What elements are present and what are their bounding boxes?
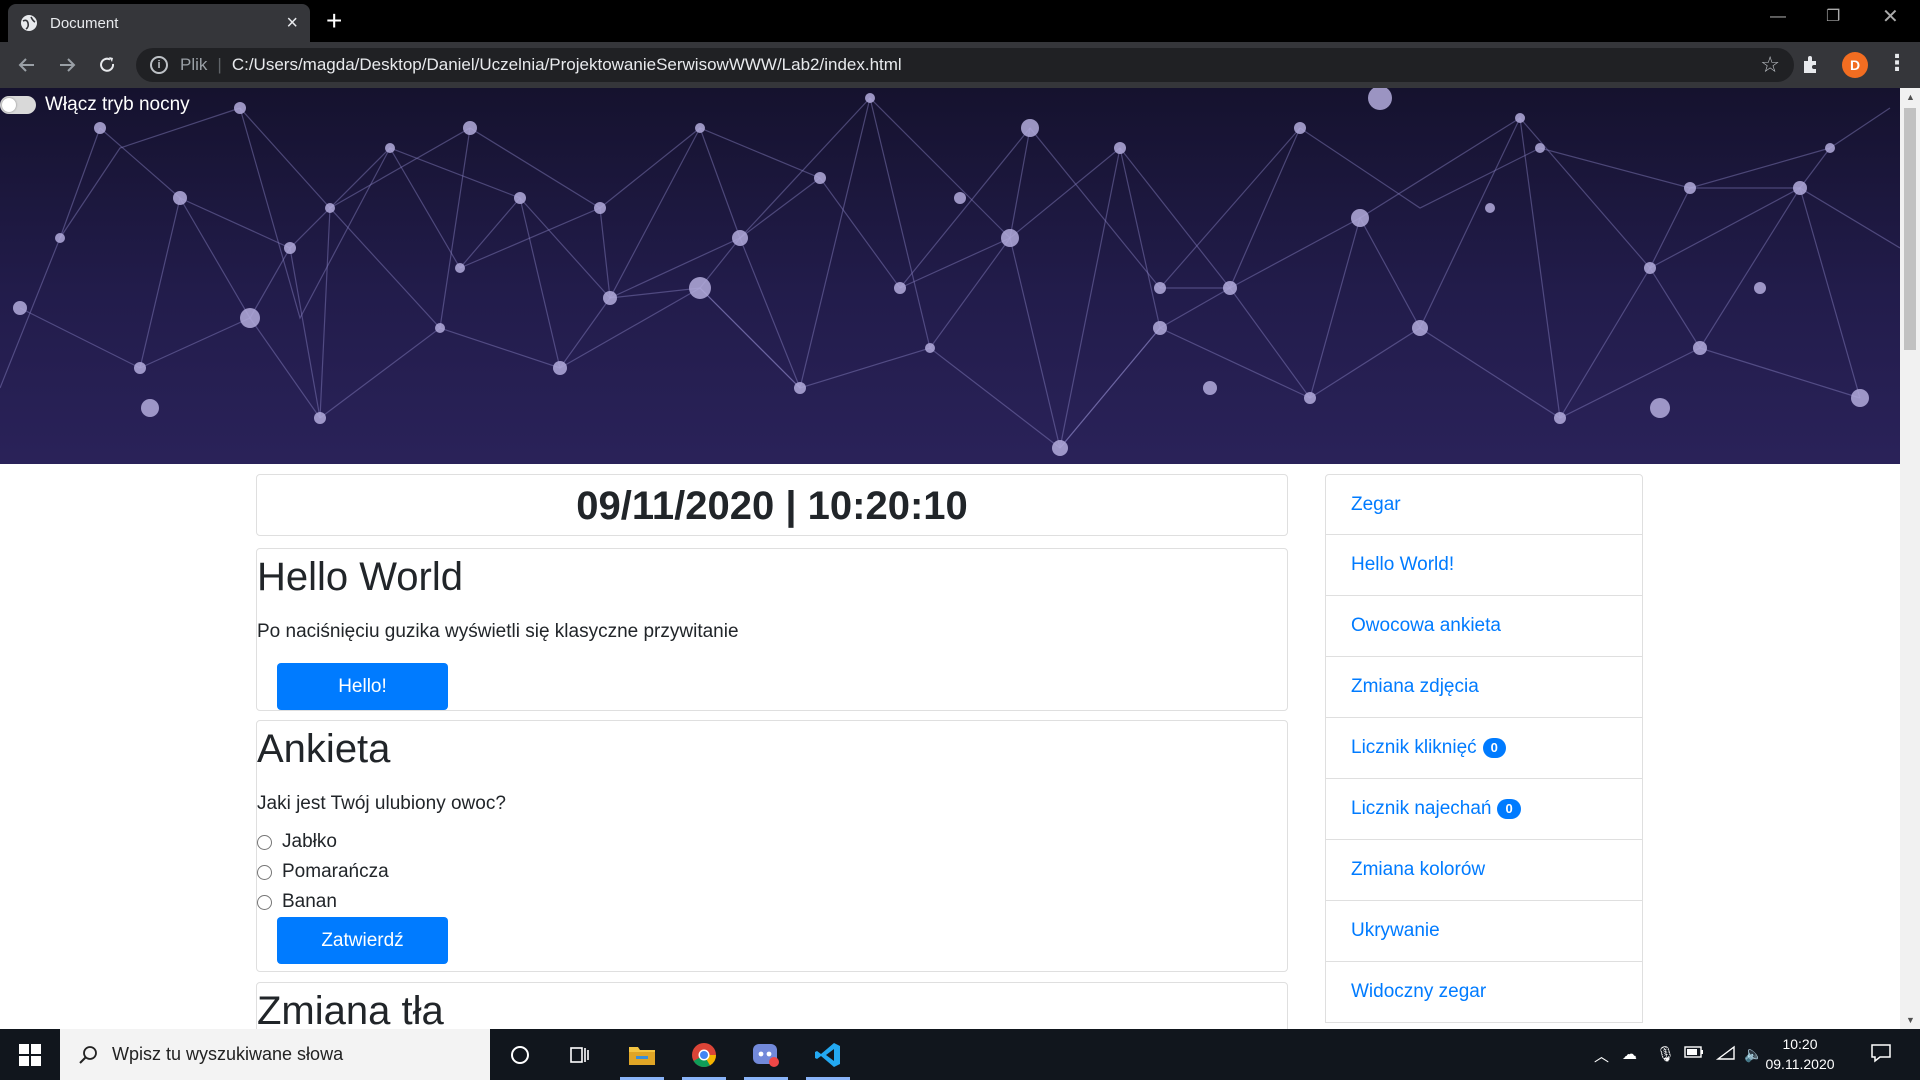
clock-card: 09/11/2020 | 10:20:10 [256,474,1288,536]
nav-label: Zegar [1351,493,1401,515]
tray-chevron-icon[interactable]: ︿ [1594,1045,1609,1066]
hover-count-badge: 0 [1497,799,1521,819]
address-separator: | [217,55,222,74]
sidebar-nav: Zegar Hello World! Owocowa ankieta Zmian… [1325,474,1643,1023]
radio-group: Jabłko Pomarańcza Banan [257,827,1287,917]
nav-label: Licznik najechań [1351,798,1492,819]
onedrive-icon[interactable]: ☁ [1622,1045,1637,1063]
section-description: Po naciśnięciu guzika wyświetli się klas… [257,621,739,642]
browser-toolbar: i Plik | C:/Users/magda/Desktop/Daniel/U… [0,42,1920,88]
taskbar-search-box[interactable]: Wpisz tu wyszukiwane słowa [60,1029,490,1080]
window-close-icon[interactable]: ✕ [1882,4,1899,29]
nav-item-licznik-klikniec[interactable]: Licznik kliknięć 0 [1325,718,1643,779]
nav-item-hello[interactable]: Hello World! [1325,535,1643,596]
vscode-icon[interactable] [798,1029,858,1080]
microphone-icon[interactable]: 🎙 [1656,1045,1675,1063]
browser-menu-icon[interactable]: ⋮ [1886,52,1908,74]
chrome-icon[interactable] [674,1029,734,1080]
address-scheme: Plik [180,55,208,74]
file-explorer-icon[interactable] [612,1029,672,1080]
search-icon [79,1045,97,1064]
radio-option-banana[interactable]: Banan [257,887,1287,917]
taskbar-date: 09.11.2020 [1765,1056,1835,1072]
radio-button[interactable] [257,834,272,850]
address-bar[interactable]: i Plik | C:/Users/magda/Desktop/Daniel/U… [136,48,1794,82]
scrollbar-thumb[interactable] [1904,108,1916,350]
network-pattern [0,88,1900,456]
survey-question: Jaki jest Twój ulubiony owoc? [257,793,506,814]
radio-option-apple[interactable]: Jabłko [257,827,1287,857]
globe-icon [21,15,37,31]
hello-world-section: Hello World Po naciśnięciu guzika wyświe… [256,548,1288,711]
page-viewport: Włącz tryb nocny 09/11/2020 | 10:20:10 H… [0,88,1900,1029]
minimize-icon[interactable]: — [1770,8,1786,26]
close-tab-icon[interactable]: × [286,13,298,33]
nav-label: Hello World! [1351,554,1455,575]
nav-item-ankieta[interactable]: Owocowa ankieta [1325,596,1643,657]
page-scrollbar[interactable]: ▲ ▼ [1900,88,1920,1029]
nav-label: Widoczny zegar [1351,981,1487,1002]
taskbar-clock[interactable]: 10:20 09.11.2020 [1755,1034,1845,1074]
section-title: Hello World [257,555,463,599]
radio-button[interactable] [257,864,272,880]
nav-item-ukrywanie[interactable]: Ukrywanie [1325,901,1643,962]
bookmark-star-icon[interactable]: ☆ [1760,52,1780,78]
hello-button[interactable]: Hello! [277,663,448,710]
extensions-puzzle-icon[interactable] [1800,54,1822,81]
nav-item-zegar[interactable]: Zegar [1325,474,1643,535]
nav-label: Zmiana zdjęcia [1351,676,1479,697]
nav-item-zmiana-kolorow[interactable]: Zmiana kolorów [1325,840,1643,901]
windows-taskbar: Wpisz tu wyszukiwane słowa ︿ ☁ 🎙 🔈 10:20… [0,1029,1920,1080]
survey-section: Ankieta Jaki jest Twój ulubiony owoc? Ja… [256,720,1288,972]
night-mode-label: Włącz tryb nocny [45,94,190,115]
section-title: Zmiana tła [257,989,444,1029]
new-tab-icon[interactable]: + [326,6,342,36]
toggle-switch[interactable] [0,96,36,114]
night-mode-toggle[interactable]: Włącz tryb nocny [0,94,190,116]
tab-title: Document [50,14,119,32]
radio-option-orange[interactable]: Pomarańcza [257,857,1287,887]
nav-label: Ukrywanie [1351,920,1440,941]
nav-label: Owocowa ankieta [1351,615,1501,636]
address-url: C:/Users/magda/Desktop/Daniel/Uczelnia/P… [231,55,902,74]
nav-item-widoczny-zegar[interactable]: Widoczny zegar [1325,962,1643,1023]
browser-tab[interactable]: Document × [8,4,310,42]
click-count-badge: 0 [1482,738,1506,758]
taskbar-time: 10:20 [1782,1036,1818,1052]
hero-network-banner: Włącz tryb nocny [0,88,1900,464]
radio-label: Pomarańcza [282,861,389,882]
tab-strip: Document × + — ❐ ✕ [0,0,1920,42]
section-title: Ankieta [257,727,391,771]
search-placeholder: Wpisz tu wyszukiwane słowa [112,1044,344,1064]
notification-center-icon[interactable] [1870,1042,1892,1068]
scroll-down-icon[interactable]: ▼ [1906,1015,1915,1025]
radio-label: Jabłko [282,831,337,852]
task-view-icon[interactable] [550,1029,610,1080]
discord-icon[interactable] [736,1029,796,1080]
nav-label: Zmiana kolorów [1351,859,1486,880]
radio-label: Banan [282,891,337,912]
forward-icon[interactable] [52,50,82,80]
nav-label: Licznik kliknięć [1351,737,1477,758]
submit-button[interactable]: Zatwierdź [277,917,448,964]
clock-text: 09/11/2020 | 10:20:10 [576,484,968,528]
wifi-icon[interactable] [1715,1045,1736,1065]
nav-item-licznik-najechan[interactable]: Licznik najechań 0 [1325,779,1643,840]
restore-icon[interactable]: ❐ [1826,6,1840,26]
reload-icon[interactable] [92,50,122,80]
battery-icon[interactable] [1684,1045,1704,1063]
nav-item-zmiana-zdjecia[interactable]: Zmiana zdjęcia [1325,657,1643,718]
back-icon[interactable] [12,50,42,80]
profile-avatar[interactable]: D [1842,52,1868,78]
radio-button[interactable] [257,894,272,910]
background-change-section: Zmiana tła [256,982,1288,1029]
info-icon[interactable]: i [150,56,168,74]
scroll-up-icon[interactable]: ▲ [1906,92,1915,102]
windows-start-icon[interactable] [0,1029,60,1080]
cortana-icon[interactable] [490,1029,550,1080]
